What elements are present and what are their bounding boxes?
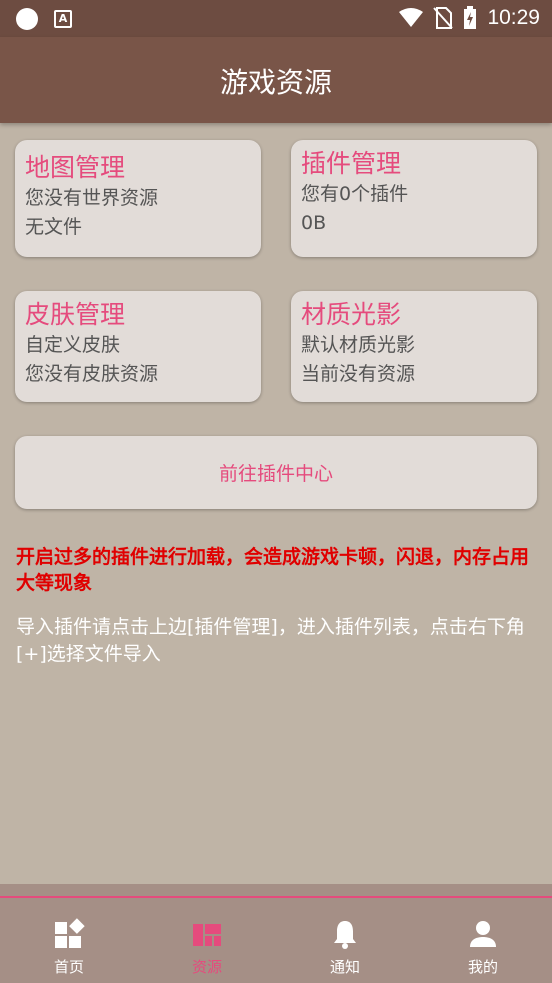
- bell-icon: [334, 921, 356, 949]
- warning-text: 开启过多的插件进行加载，会造成游戏卡顿，闪退，内存占用大等现象: [16, 546, 530, 594]
- card-line: 当前没有资源: [301, 363, 416, 385]
- resources-icon: [193, 924, 221, 946]
- card-line: 您没有世界资源: [25, 187, 159, 209]
- nav-divider-line: [0, 896, 552, 898]
- card-line: 默认材质光影: [301, 334, 416, 356]
- plugin-management-card[interactable]: 插件管理 您有0个插件 0B: [291, 140, 537, 257]
- card-title: 皮肤管理: [25, 300, 126, 329]
- card-title: 地图管理: [25, 153, 126, 182]
- battery-charging-icon: [464, 6, 477, 29]
- skin-management-card[interactable]: 皮肤管理 自定义皮肤 您没有皮肤资源: [15, 291, 261, 402]
- nav-divider: [0, 884, 552, 900]
- status-left-icons: A: [16, 8, 72, 30]
- no-sim-icon: [433, 7, 454, 29]
- nav-label: 首页: [53, 958, 84, 976]
- status-bar: A 10:29: [0, 0, 552, 37]
- card-line: 您有0个插件: [301, 183, 409, 205]
- wifi-icon: [399, 8, 424, 27]
- nav-item-resources[interactable]: 资源: [138, 918, 276, 977]
- texture-shader-card[interactable]: 材质光影 默认材质光影 当前没有资源: [291, 291, 537, 402]
- card-line: 无文件: [25, 216, 83, 238]
- a-icon: A: [54, 10, 72, 28]
- status-right-icons: 10:29: [399, 6, 540, 30]
- nav-label: 资源: [191, 958, 222, 976]
- plugin-center-button[interactable]: 前往插件中心: [15, 436, 537, 509]
- nav-label: 我的: [467, 958, 498, 976]
- person-icon: [470, 921, 496, 947]
- hint-text: 导入插件请点击上边[插件管理]，进入插件列表，点击右下角[+]选择文件导入: [16, 616, 525, 665]
- map-management-card[interactable]: 地图管理 您没有世界资源 无文件: [15, 140, 261, 257]
- page-title: 游戏资源: [219, 66, 332, 99]
- home-grid-icon: [55, 918, 85, 948]
- card-title: 插件管理: [301, 149, 402, 178]
- nav-item-notifications[interactable]: 通知: [276, 918, 414, 977]
- status-time: 10:29: [487, 6, 540, 29]
- bottom-navigation: 首页 资源 通知 我的: [0, 900, 552, 983]
- card-line: 自定义皮肤: [25, 334, 121, 356]
- circle-icon: [16, 8, 38, 30]
- nav-item-home[interactable]: 首页: [0, 918, 138, 977]
- app-bar: 游戏资源: [0, 37, 552, 123]
- card-line: 0B: [301, 212, 327, 234]
- card-line: 您没有皮肤资源: [25, 363, 159, 385]
- nav-label: 通知: [329, 958, 360, 976]
- card-title: 材质光影: [301, 300, 402, 329]
- nav-item-profile[interactable]: 我的: [414, 918, 552, 977]
